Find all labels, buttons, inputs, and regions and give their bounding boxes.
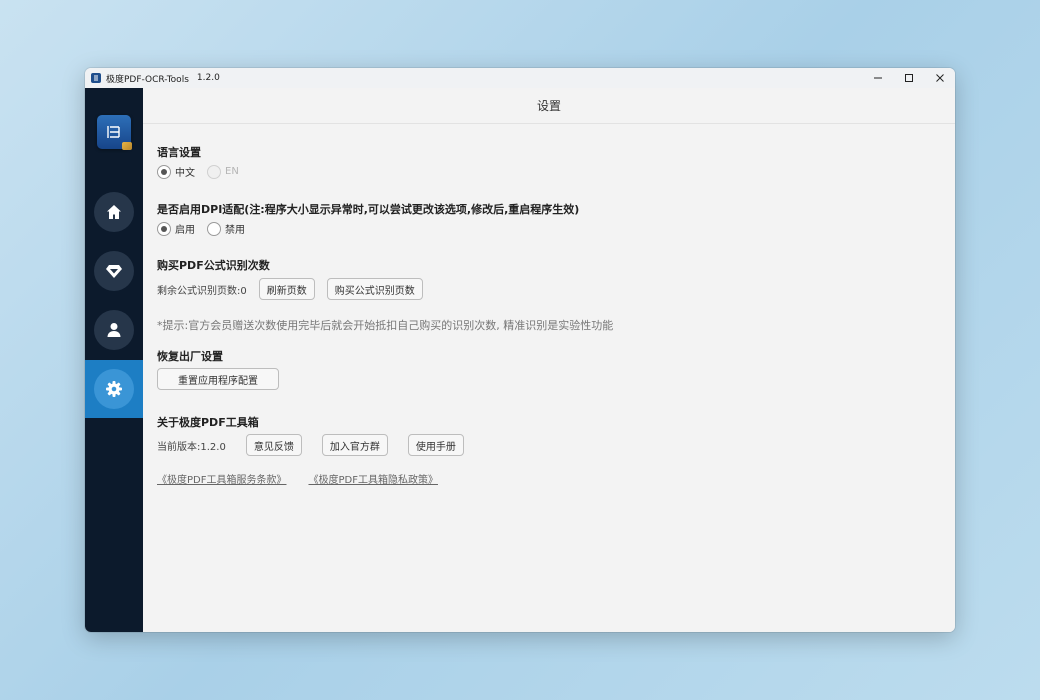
page-title: 设置 bbox=[143, 88, 955, 124]
radio-label: 启用 bbox=[175, 225, 195, 236]
purchase-row: 剩余公式识别页数:0 刷新页数 购买公式识别页数 bbox=[157, 278, 423, 300]
close-button[interactable] bbox=[924, 68, 955, 88]
logo-pencil-icon bbox=[122, 142, 132, 150]
refresh-pages-button[interactable]: 刷新页数 bbox=[258, 278, 315, 300]
nav-circle bbox=[94, 369, 134, 409]
terms-link[interactable]: 《极度PDF工具箱服务条款》 bbox=[157, 471, 286, 486]
title-bar: 极度PDF-OCR-Tools 1.2.0 bbox=[85, 68, 955, 88]
privacy-link[interactable]: 《极度PDF工具箱隐私政策》 bbox=[308, 471, 437, 486]
remaining-pages-label: 剩余公式识别页数:0 bbox=[157, 285, 247, 297]
reset-config-button[interactable]: 重置应用程序配置 bbox=[157, 368, 279, 390]
radio-indicator bbox=[207, 221, 221, 236]
join-group-button[interactable]: 加入官方群 bbox=[321, 434, 388, 456]
window-controls bbox=[862, 68, 955, 88]
maximize-button[interactable] bbox=[893, 68, 924, 88]
language-section-title: 语言设置 bbox=[157, 146, 201, 159]
sidebar bbox=[85, 88, 143, 632]
user-icon bbox=[107, 323, 121, 337]
dpi-radio-group: 启用 禁用 bbox=[157, 221, 257, 236]
language-radio-group: 中文 EN bbox=[157, 164, 251, 179]
purchase-section-title: 购买PDF公式识别次数 bbox=[157, 259, 270, 272]
language-option-zh[interactable]: 中文 bbox=[157, 164, 195, 179]
language-option-en[interactable]: EN bbox=[207, 164, 239, 179]
home-icon bbox=[107, 205, 121, 219]
window-title: 极度PDF-OCR-Tools bbox=[106, 74, 189, 85]
sidebar-item-user[interactable] bbox=[85, 301, 143, 359]
user-manual-button[interactable]: 使用手册 bbox=[407, 434, 464, 456]
sidebar-item-settings[interactable] bbox=[85, 360, 143, 418]
radio-indicator bbox=[157, 221, 171, 236]
diamond-icon bbox=[106, 265, 122, 278]
feedback-button[interactable]: 意见反馈 bbox=[245, 434, 302, 456]
radio-label: 禁用 bbox=[225, 225, 245, 236]
dpi-option-disable[interactable]: 禁用 bbox=[207, 221, 245, 236]
nav-circle bbox=[94, 251, 134, 291]
minimize-icon bbox=[873, 77, 882, 79]
nav-circle bbox=[94, 192, 134, 232]
app-icon bbox=[91, 73, 101, 83]
current-version-label: 当前版本:1.2.0 bbox=[157, 441, 226, 453]
about-row: 当前版本:1.2.0 意见反馈 加入官方群 使用手册 bbox=[157, 434, 464, 456]
reset-section-title: 恢复出厂设置 bbox=[157, 350, 223, 363]
radio-label: 中文 bbox=[175, 168, 195, 179]
buy-pages-button[interactable]: 购买公式识别页数 bbox=[326, 278, 423, 300]
app-window: 极度PDF-OCR-Tools 1.2.0 设置 语言设置 中文 EN 是否启用… bbox=[85, 68, 955, 632]
main-panel: 设置 语言设置 中文 EN 是否启用DPI适配(注:程序大小显示异常时,可以尝试… bbox=[143, 88, 955, 632]
app-logo bbox=[97, 115, 132, 150]
nav-circle bbox=[94, 310, 134, 350]
maximize-icon bbox=[904, 74, 913, 82]
sidebar-item-vip[interactable] bbox=[85, 242, 143, 300]
dpi-section-title: 是否启用DPI适配(注:程序大小显示异常时,可以尝试更改该选项,修改后,重启程序… bbox=[157, 203, 580, 216]
sidebar-item-home[interactable] bbox=[85, 183, 143, 241]
legal-links: 《极度PDF工具箱服务条款》 《极度PDF工具箱隐私政策》 bbox=[157, 471, 438, 486]
logo-icon bbox=[107, 126, 120, 138]
radio-indicator bbox=[157, 164, 171, 179]
minimize-button[interactable] bbox=[862, 68, 893, 88]
gear-icon bbox=[106, 381, 122, 397]
close-icon bbox=[935, 74, 944, 82]
about-section-title: 关于极度PDF工具箱 bbox=[157, 416, 259, 429]
window-version: 1.2.0 bbox=[196, 73, 220, 83]
reset-row: 重置应用程序配置 bbox=[157, 368, 279, 390]
radio-label: EN bbox=[225, 166, 239, 177]
dpi-option-enable[interactable]: 启用 bbox=[157, 221, 195, 236]
purchase-hint: *提示:官方会员赠送次数使用完毕后就会开始抵扣自己购买的识别次数, 精准识别是实… bbox=[157, 319, 614, 332]
radio-indicator bbox=[207, 164, 221, 179]
